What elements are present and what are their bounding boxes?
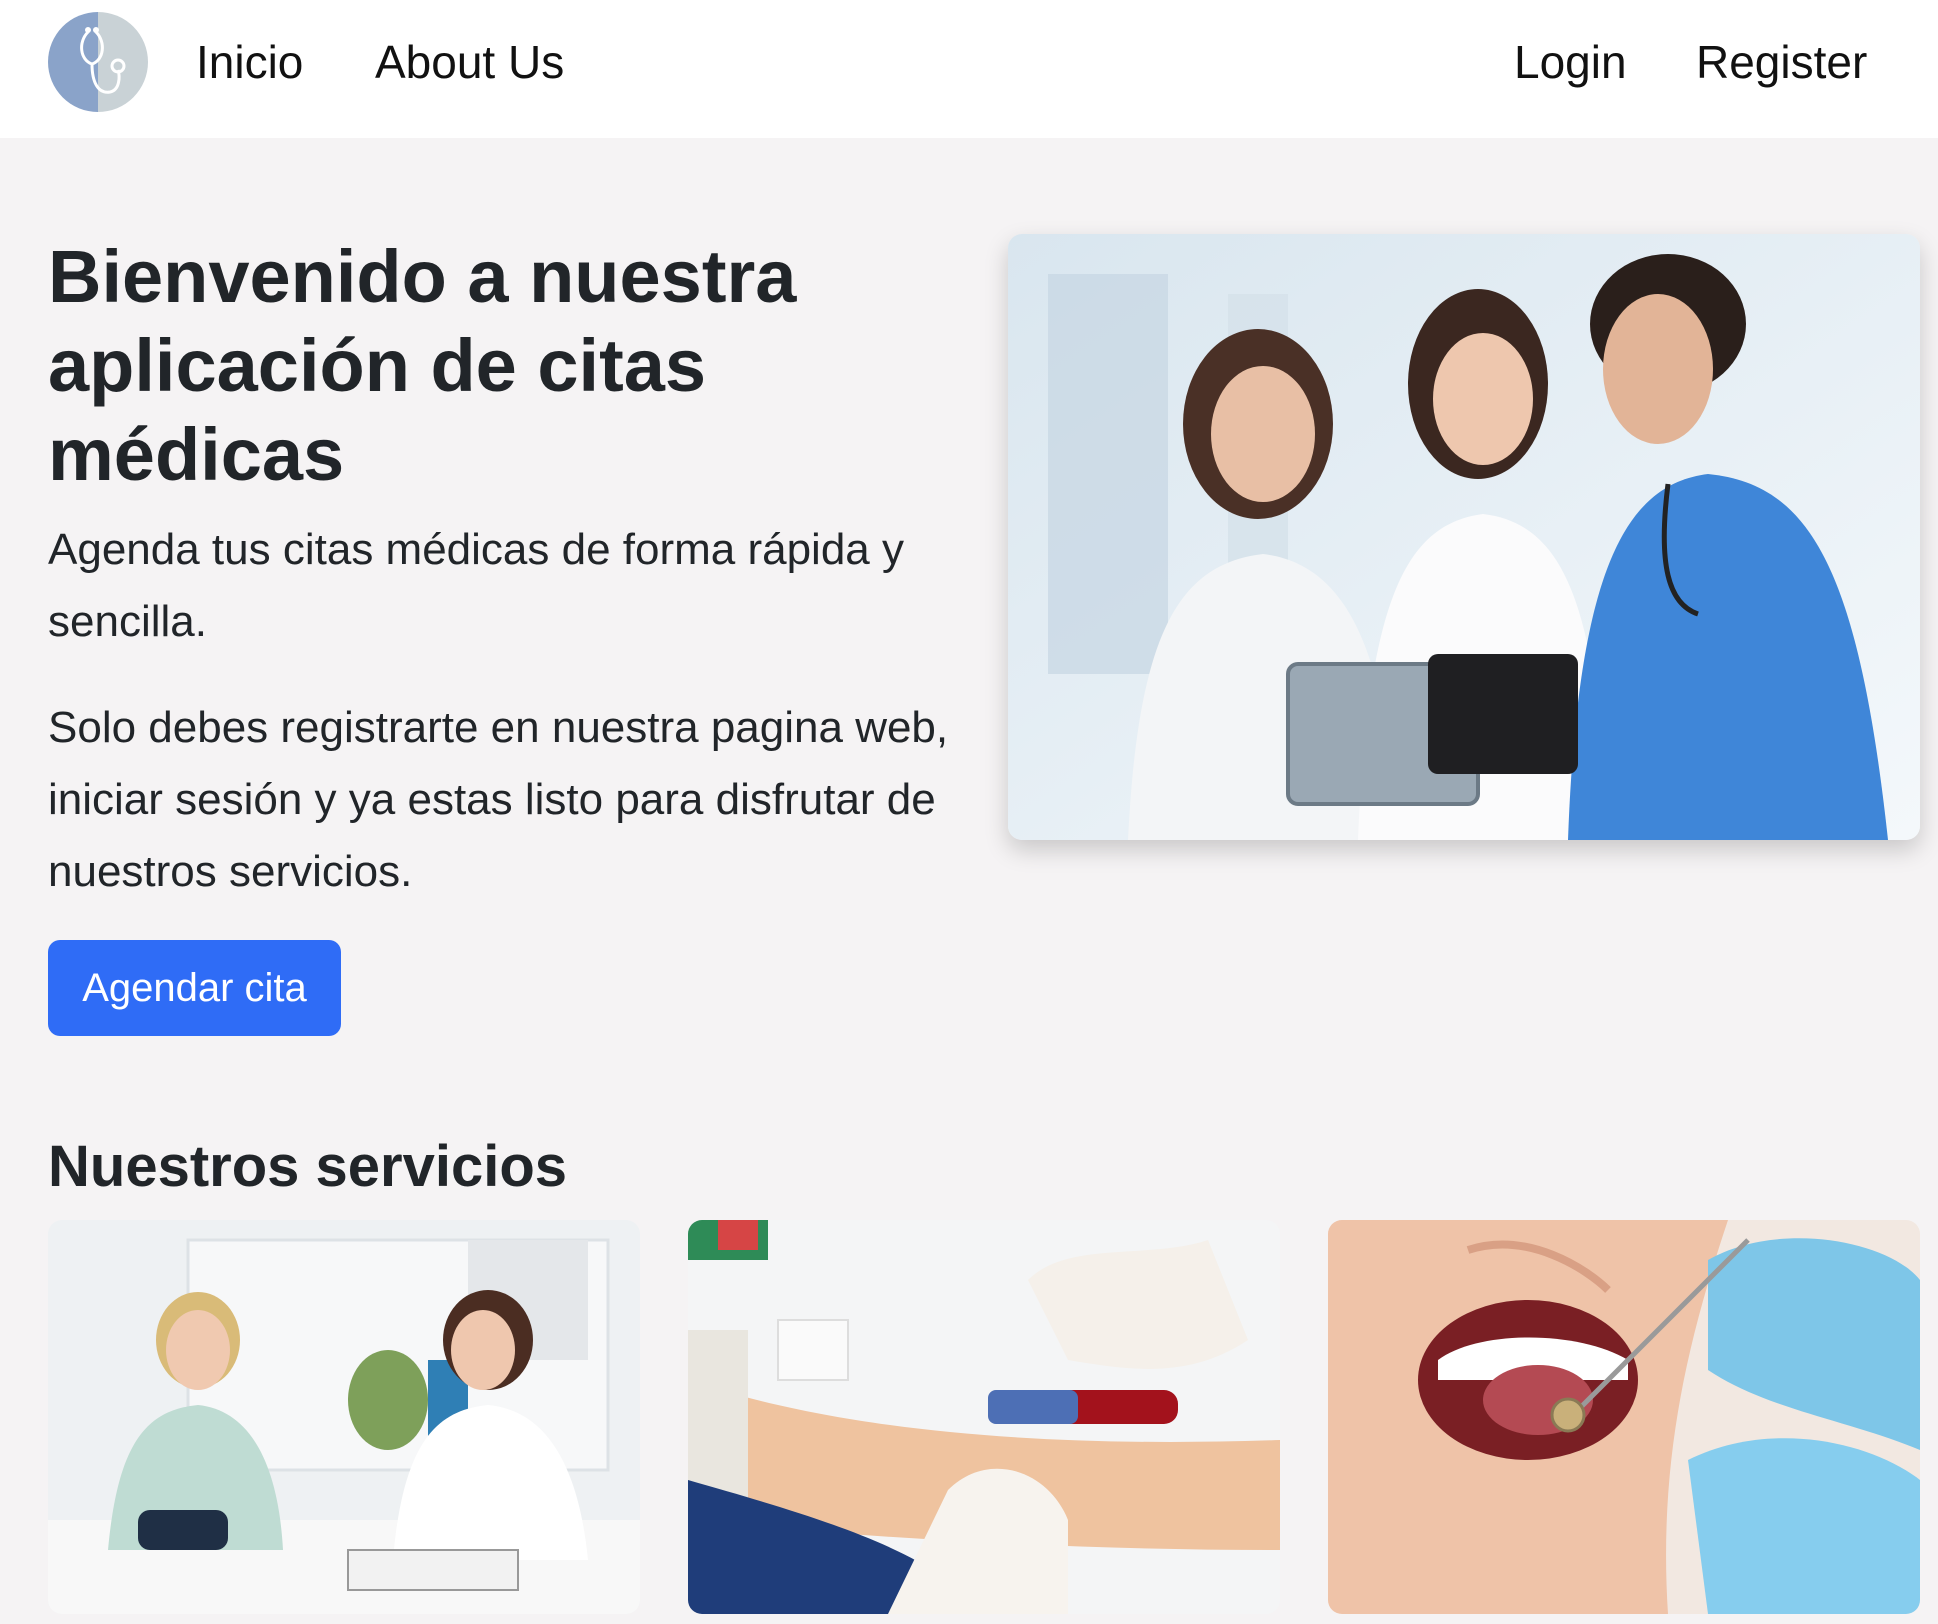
hero-title: Bienvenido a nuestra aplicación de citas… [48, 235, 797, 496]
hero-description: Solo debes registrarte en nuestra pagina… [48, 703, 949, 896]
register-link[interactable]: Register [1696, 30, 1867, 94]
stethoscope-icon [48, 12, 148, 112]
service-card-image-blood-test [688, 1220, 1280, 1614]
hero-lead: Agenda tus citas médicas de forma rápida… [48, 525, 905, 646]
services-section-title: Nuestros servicios [48, 1134, 568, 1199]
nav-link-about-us[interactable]: About Us [375, 30, 564, 94]
logo-stethoscope-icon[interactable] [48, 12, 148, 112]
service-card-image-dentistry [1328, 1220, 1920, 1614]
agendar-cita-button[interactable]: Agendar cita [48, 940, 341, 1036]
hero-image-medical-team [1008, 234, 1920, 840]
navbar: Inicio About Us Login Register [0, 0, 1938, 138]
service-card-image-general-medicine [48, 1220, 640, 1614]
login-link[interactable]: Login [1514, 30, 1627, 94]
nav-link-inicio[interactable]: Inicio [196, 30, 303, 94]
